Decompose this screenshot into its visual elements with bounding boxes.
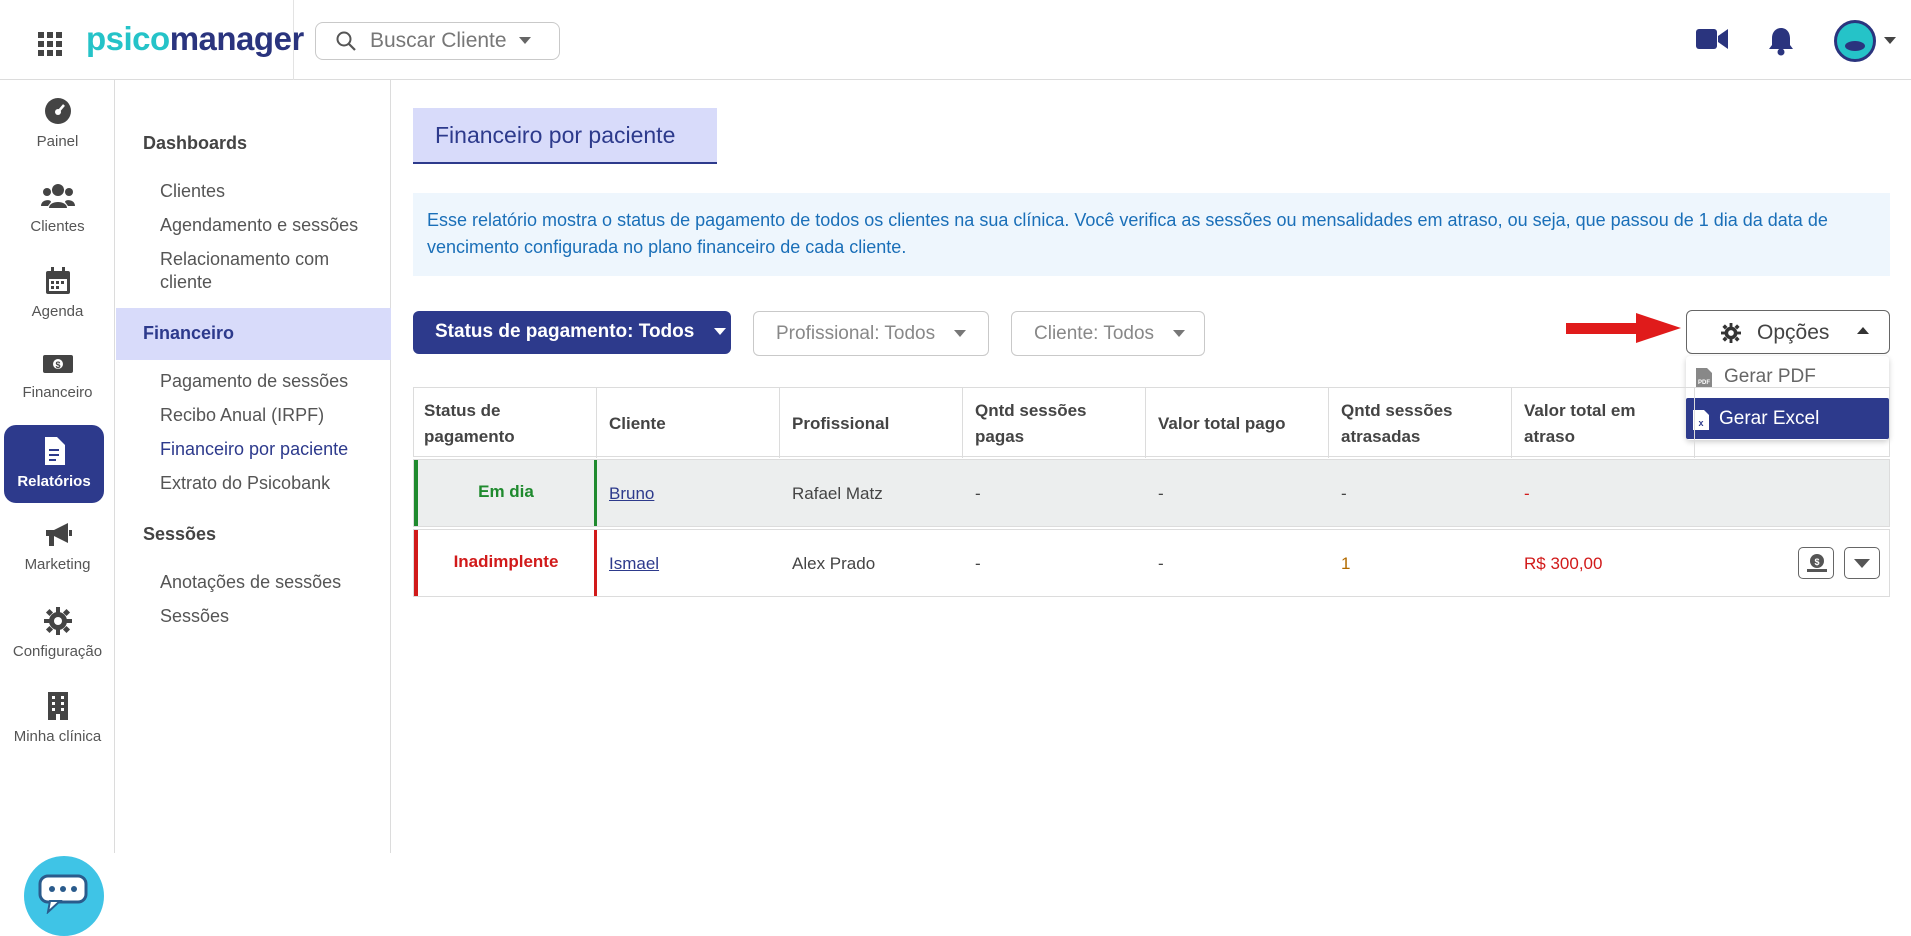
svg-text:$: $ — [55, 360, 60, 370]
svg-text:PDF: PDF — [1698, 380, 1710, 386]
nav-marketing[interactable]: Marketing — [0, 510, 115, 588]
divider — [293, 0, 294, 80]
header-cliente: Cliente — [609, 414, 666, 433]
nav-financeiro[interactable]: $ Financeiro — [0, 340, 115, 418]
nav-configuracao[interactable]: Configuração — [0, 595, 115, 673]
section-dashboards: Dashboards — [143, 133, 248, 153]
pdf-file-icon: PDF — [1696, 368, 1712, 388]
left-nav: Painel Clientes Agenda $ Financeiro Rela… — [0, 80, 115, 936]
client-link[interactable]: Bruno — [609, 484, 654, 504]
menu-item-sessoes[interactable]: Sessões — [160, 605, 385, 628]
megaphone-icon — [45, 523, 72, 546]
users-icon — [40, 184, 75, 208]
nav-agenda[interactable]: Agenda — [0, 255, 115, 333]
money-icon: $ — [1807, 554, 1827, 572]
search-icon — [336, 31, 356, 51]
building-icon — [47, 692, 68, 720]
table-row: Em dia Bruno Rafael Matz - - - - — [413, 459, 1890, 527]
menu-item-financeiro-paciente[interactable]: Financeiro por paciente — [160, 438, 385, 461]
gear-icon — [43, 607, 72, 635]
header-status: Status de pagamento — [424, 401, 515, 446]
chevron-down-icon — [713, 327, 726, 335]
cell-sessoes-atrasadas: 1 — [1341, 554, 1351, 573]
cliente-filter-button[interactable]: Cliente: Todos — [1011, 311, 1205, 356]
calendar-icon — [45, 267, 70, 294]
red-arrow-icon — [1566, 313, 1681, 343]
chevron-down-icon — [1173, 329, 1186, 337]
info-box: Esse relatório mostra o status de pagame… — [413, 193, 1890, 276]
cell-sessoes-atrasadas: - — [1341, 484, 1347, 503]
video-camera-icon[interactable] — [1696, 28, 1728, 50]
profissional-filter-button[interactable]: Profissional: Todos — [753, 311, 989, 356]
table-row: Inadimplente Ismael Alex Prado - - 1 R$ … — [413, 529, 1890, 597]
section-sessoes: Sessões — [143, 524, 217, 544]
section-financeiro[interactable]: Financeiro — [116, 308, 391, 360]
cell-valor-atraso: R$ 300,00 — [1524, 554, 1603, 573]
status-badge: Inadimplente — [414, 530, 597, 596]
logo[interactable]: psicomanager — [86, 20, 304, 58]
header-valor-pago: Valor total pago — [1158, 414, 1286, 433]
table-header: Status de pagamento Cliente Profissional… — [413, 387, 1890, 458]
client-link[interactable]: Ismael — [609, 554, 659, 574]
search-client-dropdown[interactable]: Buscar Cliente — [315, 22, 560, 60]
reports-submenu: Dashboards Clientes Agendamento e sessõe… — [116, 80, 391, 853]
report-icon — [45, 437, 65, 465]
nav-clientes[interactable]: Clientes — [0, 170, 115, 248]
chat-icon — [38, 874, 88, 914]
chevron-up-icon — [1857, 327, 1869, 334]
top-bar: psicomanager Buscar Cliente — [0, 0, 1911, 80]
avatar-face-icon — [1845, 41, 1865, 51]
apps-grid-icon[interactable] — [38, 32, 62, 56]
menu-item-clientes[interactable]: Clientes — [160, 180, 385, 203]
row-expand-button[interactable] — [1844, 547, 1880, 579]
chevron-down-icon — [954, 329, 967, 337]
menu-item-relacionamento[interactable]: Relacionamento com cliente — [160, 248, 385, 294]
gear-icon — [1721, 323, 1741, 343]
header-valor-atraso: Valor total em atraso — [1524, 401, 1636, 446]
cell-profissional: Rafael Matz — [792, 484, 883, 503]
status-badge: Em dia — [414, 460, 597, 526]
options-button[interactable]: Opções — [1686, 310, 1890, 354]
menu-item-agendamento[interactable]: Agendamento e sessões — [160, 214, 385, 237]
nav-painel[interactable]: Painel — [0, 85, 115, 163]
money-icon: $ — [42, 355, 73, 373]
avatar[interactable] — [1834, 20, 1876, 62]
menu-item-anotacoes[interactable]: Anotações de sessões — [160, 571, 385, 594]
cell-sessoes-pagas: - — [975, 554, 981, 573]
chat-support-button[interactable] — [24, 856, 104, 936]
menu-item-pagamento-sessoes[interactable]: Pagamento de sessões — [160, 370, 385, 393]
search-placeholder: Buscar Cliente — [370, 29, 507, 52]
nav-minha-clinica[interactable]: Minha clínica — [0, 680, 115, 758]
cell-sessoes-pagas: - — [975, 484, 981, 503]
svg-text:$: $ — [1814, 557, 1819, 567]
page-title: Financeiro por paciente — [413, 108, 717, 164]
nav-relatorios[interactable]: Relatórios — [4, 425, 104, 503]
header-profissional: Profissional — [792, 414, 890, 433]
gauge-icon — [44, 98, 71, 124]
menu-item-recibo-anual[interactable]: Recibo Anual (IRPF) — [160, 404, 385, 427]
receive-payment-button[interactable]: $ — [1798, 547, 1834, 579]
cell-valor-atraso: - — [1524, 484, 1530, 503]
header-sessoes-atrasadas: Qntd sessões atrasadas — [1341, 401, 1453, 446]
chevron-down-icon[interactable] — [1884, 37, 1896, 45]
bell-icon[interactable] — [1768, 26, 1794, 56]
cell-valor-pago: - — [1158, 554, 1164, 573]
cell-profissional: Alex Prado — [792, 554, 876, 573]
chevron-down-icon — [1854, 559, 1870, 568]
chevron-down-icon — [518, 37, 531, 44]
menu-item-extrato-psicobank[interactable]: Extrato do Psicobank — [160, 472, 385, 495]
status-filter-button[interactable]: Status de pagamento: Todos — [413, 311, 731, 354]
header-sessoes-pagas: Qntd sessões pagas — [975, 401, 1087, 446]
cell-valor-pago: - — [1158, 484, 1164, 503]
